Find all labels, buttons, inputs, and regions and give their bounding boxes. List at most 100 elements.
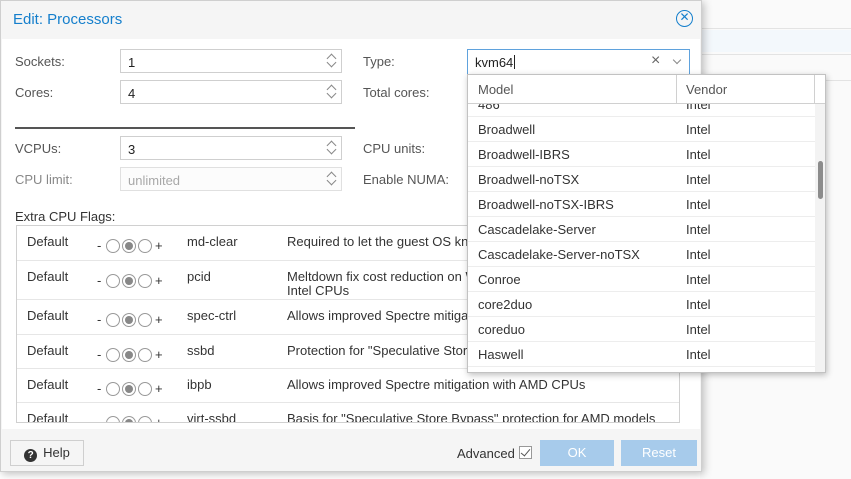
vendor-name: Intel [686, 272, 711, 287]
radio-off[interactable] [106, 348, 120, 362]
minus-label: - [97, 273, 102, 288]
model-name: 486 [478, 104, 500, 112]
radio-on[interactable] [138, 313, 152, 327]
radio-on[interactable] [138, 416, 152, 422]
radio-default[interactable] [122, 416, 136, 422]
model-name: Broadwell-noTSX-IBRS [478, 197, 614, 212]
enable-numa-label: Enable NUMA: [363, 172, 449, 187]
model-name: Broadwell-noTSX [478, 172, 580, 187]
clear-icon[interactable]: × [651, 52, 660, 70]
vendor-name: Intel [686, 297, 711, 312]
plus-label: + [155, 312, 163, 327]
flag-description: Allows improved Spectre mitigation with … [287, 377, 586, 392]
list-item[interactable]: core2duo Intel [468, 292, 815, 317]
flag-tristate-toggle[interactable]: - + [97, 238, 167, 254]
flag-state: Default [27, 377, 69, 392]
vendor-name: Intel [686, 147, 711, 162]
vendor-name: Intel [686, 347, 711, 362]
column-header-vendor[interactable]: Vendor [686, 82, 727, 97]
radio-off[interactable] [106, 313, 120, 327]
radio-default[interactable] [122, 274, 136, 288]
reset-button[interactable]: Reset [621, 440, 697, 466]
sockets-value: 1 [128, 55, 136, 70]
flag-state: Default [27, 308, 69, 323]
model-name: core2duo [478, 297, 533, 312]
cpu-type-input[interactable]: kvm64 [475, 55, 516, 70]
dropdown-header: Model Vendor [468, 75, 825, 104]
plus-label: + [155, 415, 163, 423]
flag-tristate-toggle[interactable]: - + [97, 312, 167, 328]
spinner-icon[interactable] [326, 170, 337, 188]
radio-default[interactable] [122, 239, 136, 253]
advanced-checkbox[interactable] [519, 446, 532, 459]
background-selected-row [700, 30, 851, 52]
column-divider [814, 75, 815, 104]
list-item[interactable]: Conroe Intel [468, 267, 815, 292]
list-item[interactable]: coreduo Intel [468, 317, 815, 342]
cores-label: Cores: [15, 85, 54, 100]
column-divider [676, 75, 677, 104]
advanced-label: Advanced [457, 446, 515, 461]
plus-label: + [155, 273, 163, 288]
radio-off[interactable] [106, 274, 120, 288]
flag-tristate-toggle[interactable]: - + [97, 273, 167, 289]
list-item[interactable]: Broadwell Intel [468, 117, 815, 142]
list-item[interactable]: Broadwell-IBRS Intel [468, 142, 815, 167]
dialog-header: Edit: Processors ✕ [1, 1, 701, 39]
radio-default[interactable] [122, 382, 136, 396]
dropdown-scrollbar[interactable] [815, 104, 825, 372]
model-name: Broadwell [478, 122, 536, 137]
list-item[interactable]: Broadwell-noTSX-IBRS Intel [468, 192, 815, 217]
cpu-limit-field[interactable]: unlimited [120, 167, 342, 191]
list-item[interactable]: Cascadelake-Server Intel [468, 217, 815, 242]
flag-description: Basis for "Speculative Store Bypass" pro… [287, 411, 656, 423]
spinner-icon[interactable] [326, 83, 337, 101]
list-item[interactable]: Haswell Intel [468, 342, 815, 367]
radio-on[interactable] [138, 239, 152, 253]
total-cores-label: Total cores: [363, 85, 430, 100]
cpu-limit-label: CPU limit: [15, 172, 73, 187]
vcpus-field[interactable]: 3 [120, 136, 342, 160]
dialog-title: Edit: Processors [13, 11, 123, 28]
radio-on[interactable] [138, 382, 152, 396]
flag-tristate-toggle[interactable]: - + [97, 415, 167, 423]
cpu-type-value: kvm64 [475, 55, 514, 70]
plus-label: + [155, 238, 163, 253]
ok-button[interactable]: OK [540, 440, 614, 466]
list-item[interactable]: 486 Intel [468, 104, 815, 117]
vendor-name: Intel [686, 322, 711, 337]
flag-name: ibpb [187, 377, 212, 392]
cores-field[interactable]: 4 [120, 80, 342, 104]
minus-label: - [97, 238, 102, 253]
radio-on[interactable] [138, 348, 152, 362]
column-header-model[interactable]: Model [478, 82, 513, 97]
extra-cpu-flags-label: Extra CPU Flags: [15, 209, 116, 224]
scrollbar-thumb[interactable] [818, 161, 823, 199]
type-label: Type: [363, 54, 395, 69]
help-button[interactable]: ? Help [10, 440, 84, 466]
vcpus-value: 3 [128, 142, 136, 157]
spinner-icon[interactable] [326, 139, 337, 157]
table-row: Default - + virt-ssbd Basis for "Specula… [17, 403, 679, 423]
chevron-down-icon[interactable] [672, 55, 682, 65]
flag-state: Default [27, 234, 69, 249]
spinner-icon[interactable] [326, 52, 337, 70]
flag-tristate-toggle[interactable]: - + [97, 381, 167, 397]
radio-off[interactable] [106, 382, 120, 396]
radio-default[interactable] [122, 313, 136, 327]
minus-label: - [97, 347, 102, 362]
flag-name: md-clear [187, 234, 238, 249]
flag-tristate-toggle[interactable]: - + [97, 347, 167, 363]
cpu-limit-placeholder: unlimited [128, 173, 181, 188]
cpu-type-combobox[interactable]: kvm64 × [467, 49, 690, 75]
sockets-field[interactable]: 1 [120, 49, 342, 73]
radio-off[interactable] [106, 416, 120, 422]
list-item[interactable]: Cascadelake-Server-noTSX Intel [468, 242, 815, 267]
radio-default[interactable] [122, 348, 136, 362]
minus-label: - [97, 415, 102, 423]
radio-on[interactable] [138, 274, 152, 288]
list-item[interactable]: Broadwell-noTSX Intel [468, 167, 815, 192]
close-icon[interactable]: ✕ [676, 10, 693, 27]
radio-off[interactable] [106, 239, 120, 253]
flag-state: Default [27, 343, 69, 358]
